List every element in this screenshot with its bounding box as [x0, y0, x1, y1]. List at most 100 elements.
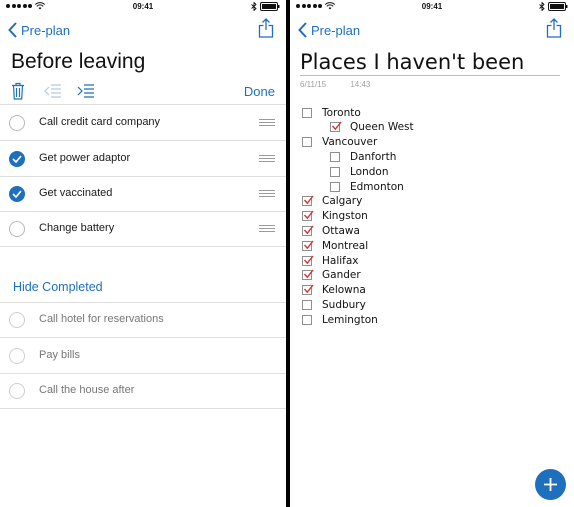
checkbox-checked[interactable]: [302, 210, 314, 222]
task-label: Change battery: [39, 222, 115, 234]
trash-icon[interactable]: [11, 82, 25, 100]
checklist-item[interactable]: Lemington: [302, 312, 378, 327]
checklist-item[interactable]: Gander: [302, 268, 361, 283]
done-button[interactable]: Done: [244, 84, 275, 99]
status-time: 09:41: [421, 2, 443, 11]
checkbox-checked[interactable]: [330, 121, 342, 133]
checklist-item-label: London: [350, 165, 389, 178]
task-checkbox[interactable]: [9, 348, 25, 364]
completed-task-row[interactable]: Call hotel for reservations: [0, 302, 286, 337]
checklist-item-label: Danforth: [350, 150, 397, 163]
checklist-item-label: Vancouver: [322, 136, 378, 149]
nav-bar: Pre-plan: [290, 14, 574, 46]
indent-icon[interactable]: [77, 84, 94, 98]
checkbox[interactable]: [330, 166, 340, 177]
task-label: Pay bills: [39, 349, 80, 361]
checklist-item[interactable]: Toronto: [302, 105, 361, 120]
checklist-item-label: Montreal: [322, 239, 369, 252]
add-button[interactable]: [535, 469, 566, 500]
completed-task-row[interactable]: Pay bills: [0, 338, 286, 373]
checkmark-icon: [303, 269, 314, 279]
divider: [0, 408, 286, 409]
checklist-item[interactable]: Vancouver: [302, 135, 377, 150]
chevron-left-icon: [298, 22, 307, 38]
chevron-left-icon: [8, 22, 17, 38]
task-checkbox[interactable]: [9, 312, 25, 328]
share-icon[interactable]: [258, 18, 274, 38]
checklist-item[interactable]: Halifax: [302, 253, 359, 268]
checklist-item[interactable]: Calgary: [302, 194, 362, 209]
task-checkbox[interactable]: [9, 221, 25, 237]
checkbox[interactable]: [330, 181, 340, 192]
checklist-item-label: Ottawa: [322, 224, 360, 237]
bluetooth-icon: [251, 2, 257, 11]
checkbox[interactable]: [302, 107, 312, 118]
status-bar: 09:41: [290, 0, 574, 14]
task-checkbox[interactable]: [9, 115, 25, 131]
checkbox[interactable]: [302, 314, 312, 325]
note-date: 6/11/15: [300, 80, 327, 89]
back-button[interactable]: Pre-plan: [8, 22, 70, 38]
checklist-item[interactable]: Sudbury: [302, 297, 366, 312]
hide-completed-button[interactable]: Hide Completed: [13, 280, 103, 294]
task-label: Get vaccinated: [39, 187, 113, 199]
checkbox-checked[interactable]: [302, 269, 314, 281]
checklist-item[interactable]: London: [330, 164, 389, 179]
checklist-item[interactable]: Danforth: [330, 149, 396, 164]
task-label: Call credit card company: [39, 116, 161, 128]
left-screen: 09:41 Pre-plan Before leaving Done Call …: [0, 0, 286, 507]
checkbox[interactable]: [302, 137, 312, 148]
task-row[interactable]: Get power adaptor: [0, 141, 286, 176]
checklist-item-label: Gander: [322, 269, 361, 282]
checklist-item-label: Edmonton: [350, 180, 404, 193]
share-icon[interactable]: [546, 18, 562, 38]
checklist-item[interactable]: Kelowna: [302, 283, 366, 298]
checklist-item[interactable]: Montreal: [302, 238, 368, 253]
checklist-item-label: Queen West: [350, 121, 414, 134]
task-row[interactable]: Call credit card company: [0, 105, 286, 140]
checklist-item[interactable]: Kingston: [302, 209, 368, 224]
task-row[interactable]: Get vaccinated: [0, 176, 286, 211]
checkmark-icon: [303, 240, 314, 249]
battery-icon: [260, 2, 280, 11]
completed-task-row[interactable]: Call the house after: [0, 373, 286, 408]
checklist-item-label: Kingston: [322, 210, 368, 223]
checkbox-checked[interactable]: [302, 255, 314, 266]
checklist-item-label: Lemington: [322, 313, 378, 326]
checkbox-checked[interactable]: [302, 195, 314, 207]
task-checkbox[interactable]: [9, 383, 25, 399]
nav-bar: Pre-plan: [0, 14, 286, 46]
task-label: Call hotel for reservations: [39, 313, 164, 325]
back-label: Pre-plan: [311, 22, 361, 38]
checklist-item[interactable]: Queen West: [330, 120, 414, 135]
checkmark-icon: [12, 190, 22, 198]
drag-handle-icon[interactable]: [259, 155, 275, 162]
task-checkbox-checked[interactable]: [9, 151, 25, 167]
checkmark-icon: [331, 121, 342, 131]
task-label: Call the house after: [39, 384, 135, 396]
checkbox[interactable]: [302, 299, 312, 310]
checklist-item[interactable]: Edmonton: [330, 179, 404, 194]
checklist-item-label: Toronto: [322, 106, 361, 119]
task-checkbox-checked[interactable]: [9, 186, 25, 202]
title-underline: [300, 75, 560, 76]
outdent-icon: [44, 84, 61, 98]
drag-handle-icon[interactable]: [259, 190, 275, 197]
bluetooth-icon: [539, 2, 545, 11]
checkbox-checked[interactable]: [302, 225, 314, 236]
note-title[interactable]: Places I haven't been: [300, 50, 524, 74]
checkbox-checked[interactable]: [302, 240, 314, 251]
checklist-item-label: Sudbury: [322, 298, 366, 311]
drag-handle-icon[interactable]: [259, 119, 275, 126]
back-button[interactable]: Pre-plan: [298, 22, 360, 38]
checklist-item[interactable]: Ottawa: [302, 223, 360, 238]
note-meta: 6/11/15 14:43: [300, 80, 392, 89]
divider: [0, 246, 286, 247]
checkbox-checked[interactable]: [302, 284, 314, 296]
checklist-item-label: Calgary: [322, 195, 363, 208]
drag-handle-icon[interactable]: [259, 225, 275, 232]
battery-icon: [548, 2, 568, 11]
checkbox[interactable]: [330, 151, 340, 162]
task-row[interactable]: Change battery: [0, 211, 286, 246]
checklist-item-label: Halifax: [322, 254, 359, 267]
